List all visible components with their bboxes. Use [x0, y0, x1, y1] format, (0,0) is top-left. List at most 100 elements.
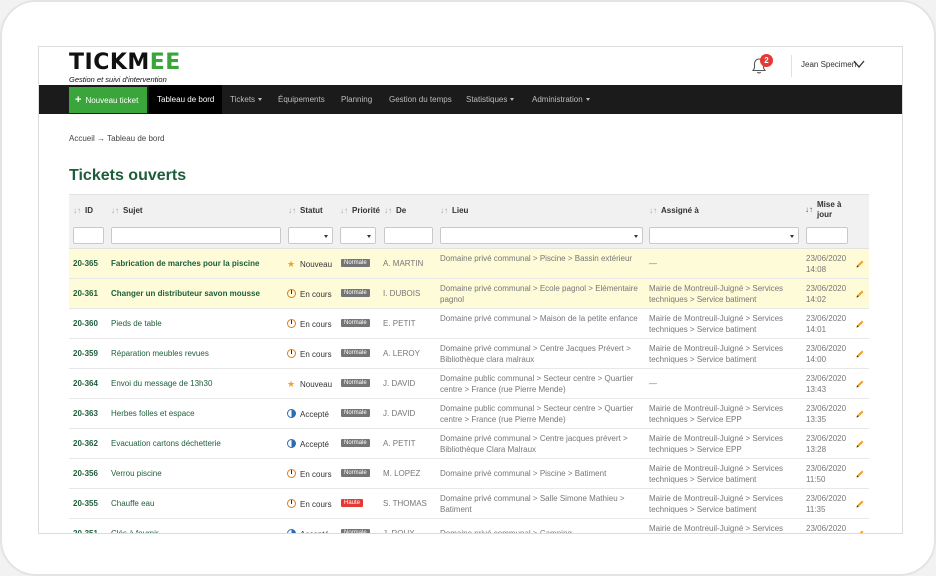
col-header-location[interactable]: ↓↑ Lieu	[440, 195, 468, 225]
ticket-id[interactable]: 20-364	[73, 379, 98, 388]
nav-dashboard[interactable]: Tableau de bord	[149, 85, 223, 114]
ticket-subject[interactable]: Pieds de table	[111, 319, 162, 328]
ticket-requester: J. DAVID	[383, 379, 416, 388]
ticket-subject[interactable]: Chauffe eau	[111, 499, 154, 508]
filter-date-input[interactable]	[806, 227, 848, 244]
col-header-id[interactable]: ↓↑ ID	[73, 195, 93, 225]
ticket-status: En cours	[287, 319, 332, 329]
edit-pencil-icon[interactable]	[855, 319, 865, 329]
ticket-location: Domaine public communal > Secteur centre…	[440, 374, 634, 394]
sort-icon: ↓↑	[73, 205, 81, 215]
ticket-subject[interactable]: Changer un distributeur savon mousse	[111, 289, 260, 298]
nav-planning[interactable]: Planning	[341, 85, 372, 114]
edit-pencil-icon[interactable]	[855, 379, 865, 389]
nav-equipements[interactable]: Équipements	[278, 85, 325, 114]
priority-badge: Haute	[341, 499, 364, 507]
notification-badge[interactable]: 2	[760, 54, 773, 67]
filter-subject-input[interactable]	[111, 227, 281, 244]
ticket-id[interactable]: 20-359	[73, 349, 98, 358]
sort-icon: ↓↑	[805, 205, 813, 214]
plus-icon: +	[75, 94, 82, 106]
edit-pencil-icon[interactable]	[855, 259, 865, 269]
ticket-id[interactable]: 20-360	[73, 319, 98, 328]
edit-pencil-icon[interactable]	[855, 499, 865, 509]
ticket-subject[interactable]: Herbes folles et espace	[111, 409, 195, 418]
filter-status-select[interactable]	[288, 227, 333, 244]
filter-from-input[interactable]	[384, 227, 433, 244]
edit-pencil-icon[interactable]	[855, 409, 865, 419]
filter-location-select[interactable]	[440, 227, 643, 244]
filter-assigned-select[interactable]	[649, 227, 799, 244]
ticket-location: Domaine privé communal > Ecole pagnol > …	[440, 284, 638, 304]
priority-badge: Normale	[341, 319, 370, 327]
edit-pencil-icon[interactable]	[855, 349, 865, 359]
ticket-updated: 23/06/2020 11:35	[806, 494, 847, 514]
table-row[interactable]: 20-360 Pieds de table En cours Normale E. PE…	[69, 309, 869, 339]
logo[interactable]: TICKMEE Gestion et suivi d'intervention	[69, 50, 181, 85]
col-header-updated[interactable]: ↓↑ Mise à jour	[805, 195, 847, 225]
ticket-subject[interactable]: Envoi du message de 13h30	[111, 379, 212, 388]
sort-icon: ↓↑	[111, 205, 119, 215]
ticket-id[interactable]: 20-356	[73, 469, 98, 478]
nav-administration[interactable]: Administration	[532, 85, 590, 114]
edit-pencil-icon[interactable]	[855, 289, 865, 299]
table-row[interactable]: 20-361 Changer un distributeur savon mous…	[69, 279, 869, 309]
ticket-subject[interactable]: Réparation meubles revues	[111, 349, 209, 358]
filter-id-input[interactable]	[73, 227, 104, 244]
table-row[interactable]: 20-365 Fabrication de marches pour la pis…	[69, 249, 869, 279]
priority-badge: Normale	[341, 379, 370, 387]
nav-statistics[interactable]: Statistiques	[466, 85, 515, 114]
table-row[interactable]: 20-351 Clés à fournir Accepté Normale J. ROU…	[69, 519, 869, 534]
table-row[interactable]: 20-359 Réparation meubles revues En cours N…	[69, 339, 869, 369]
ticket-status: En cours	[287, 289, 332, 299]
ticket-status: ★ Nouveau	[287, 259, 333, 269]
table-row[interactable]: 20-355 Chauffe eau En cours Haute S. THOMAS D…	[69, 489, 869, 519]
ticket-requester: J. DAVID	[383, 409, 416, 418]
ticket-id[interactable]: 20-363	[73, 409, 98, 418]
ticket-id[interactable]: 20-362	[73, 439, 98, 448]
priority-badge: Normale	[341, 349, 370, 357]
col-header-subject[interactable]: ↓↑ Sujet	[111, 195, 143, 225]
ticket-requester: M. LOPEZ	[383, 469, 421, 478]
table-row[interactable]: 20-356 Verrou piscine En cours Normale M. LO…	[69, 459, 869, 489]
col-header-priority[interactable]: ↓↑ Priorité	[340, 195, 380, 225]
sort-icon: ↓↑	[440, 205, 448, 215]
in-progress-icon	[287, 289, 296, 298]
ticket-subject[interactable]: Fabrication de marches pour la piscine	[111, 259, 260, 268]
ticket-location: Domaine privé communal > Salle Simone Ma…	[440, 494, 625, 514]
user-name[interactable]: Jean Specimen	[801, 60, 856, 69]
table-row[interactable]: 20-363 Herbes folles et espace Accepté Norm…	[69, 399, 869, 429]
ticket-subject[interactable]: Clés à fournir	[111, 529, 159, 533]
caret-down-icon	[258, 98, 263, 102]
ticket-requester: A. PETIT	[383, 439, 416, 448]
edit-pencil-icon[interactable]	[855, 529, 865, 534]
filter-priority-select[interactable]	[340, 227, 376, 244]
breadcrumb[interactable]: Accueil → Tableau de bord	[69, 134, 164, 143]
table-row[interactable]: 20-362 Evacuation cartons déchetterie Acce…	[69, 429, 869, 459]
ticket-subject[interactable]: Verrou piscine	[111, 469, 162, 478]
ticket-requester: J. ROUX	[383, 529, 415, 534]
accepted-icon	[287, 439, 296, 448]
edit-pencil-icon[interactable]	[855, 439, 865, 449]
ticket-id[interactable]: 20-355	[73, 499, 98, 508]
col-header-status[interactable]: ↓↑ Statut	[288, 195, 323, 225]
nav-tickets[interactable]: Tickets	[230, 85, 263, 114]
col-header-assigned[interactable]: ↓↑ Assigné à	[649, 195, 699, 225]
ticket-location: Domaine privé communal > Maison de la pe…	[440, 314, 638, 323]
ticket-subject[interactable]: Evacuation cartons déchetterie	[111, 439, 221, 448]
chevron-down-icon[interactable]	[853, 59, 865, 69]
sort-icon: ↓↑	[340, 205, 348, 215]
edit-pencil-icon[interactable]	[855, 469, 865, 479]
priority-badge: Normale	[341, 439, 370, 447]
new-ticket-button[interactable]: + Nouveau ticket	[69, 87, 148, 113]
top-header: TICKMEE Gestion et suivi d'intervention …	[39, 47, 902, 85]
filter-row	[69, 224, 869, 249]
ticket-requester: A. LEROY	[383, 349, 420, 358]
ticket-id[interactable]: 20-361	[73, 289, 98, 298]
col-header-from[interactable]: ↓↑ De	[384, 195, 406, 225]
ticket-id[interactable]: 20-365	[73, 259, 98, 268]
nav-time-management[interactable]: Gestion du temps	[389, 85, 452, 114]
logo-wordmark: TICKMEE	[69, 50, 181, 75]
ticket-id[interactable]: 20-351	[73, 529, 98, 533]
table-row[interactable]: 20-364 Envoi du message de 13h30 ★ Nouveau N…	[69, 369, 869, 399]
